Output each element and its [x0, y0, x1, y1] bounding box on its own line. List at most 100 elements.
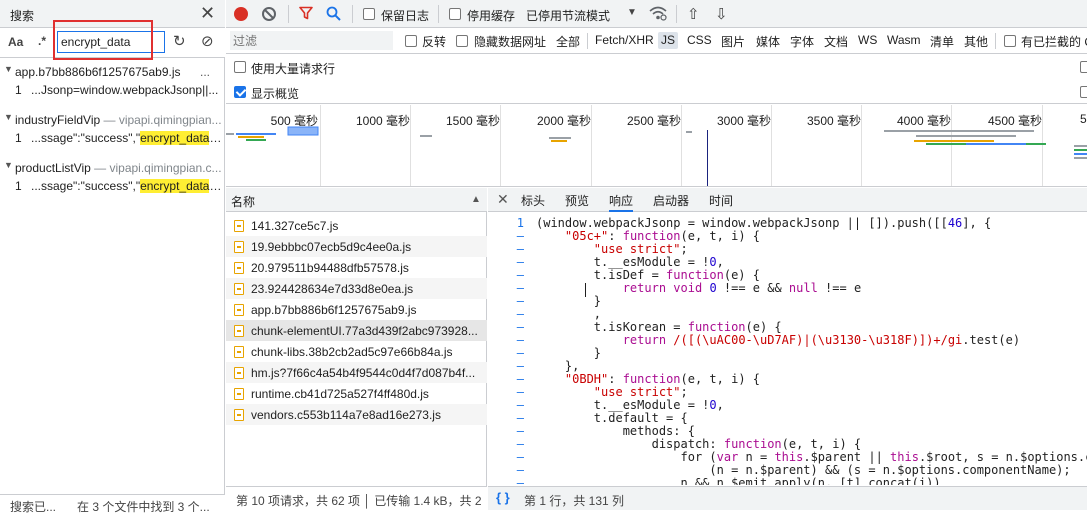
search-input[interactable]	[57, 31, 165, 53]
network-conditions-icon[interactable]	[649, 5, 667, 21]
tab-initiator[interactable]: 启动器	[653, 192, 689, 209]
group-by-frame-checkbox[interactable]	[1080, 61, 1087, 73]
blocked-cookies-checkbox[interactable]	[1004, 35, 1016, 47]
search-result-line[interactable]: 1 ...Jsonp=window.webpackJsonp||...	[0, 81, 225, 99]
invert-label: 反转	[422, 35, 447, 49]
tab-response[interactable]: 响应	[609, 192, 634, 212]
expand-triangle-icon[interactable]: ▼	[4, 112, 13, 122]
toolbar-divider	[438, 5, 439, 23]
throttling-select[interactable]: 已停用节流模式	[526, 7, 610, 24]
overview-bar	[238, 136, 264, 138]
code-text: n && n.$emit.apply(n, [t].concat(i))	[536, 476, 941, 486]
response-code-viewer[interactable]: 1 (window.webpackJsonp = window.webpackJs…	[488, 213, 1087, 485]
blocked-cookies-label: 有已拦截的 C	[1021, 35, 1087, 49]
overview-bar	[1074, 149, 1087, 151]
pretty-print-icon[interactable]: { }	[496, 490, 510, 505]
filter-bar: 反转 隐藏数据网址 全部 Fetch/XHR JS CSS 图片 媒体 字体 文…	[226, 28, 1087, 54]
clear-log-icon[interactable]	[262, 7, 276, 21]
disable-cache-checkbox[interactable]	[449, 8, 461, 20]
regex-toggle[interactable]: .*	[38, 34, 46, 48]
script-file-icon	[234, 241, 244, 253]
clear-search-icon[interactable]: ⊘	[201, 34, 214, 50]
network-overview-timeline[interactable]: 500 毫秒 1000 毫秒 1500 毫秒 2000 毫秒 2500 毫秒 3000 毫…	[226, 105, 1087, 187]
request-row[interactable]: 20.979511b94488dfb57578.js	[226, 257, 487, 278]
filter-input[interactable]	[230, 31, 393, 50]
result-file-label: app.b7bb886b6f1257675ab9.js	[15, 65, 181, 79]
overview-bars	[226, 126, 1087, 186]
close-icon[interactable]: ✕	[497, 191, 509, 208]
large-rows-checkbox[interactable]	[234, 61, 246, 73]
expand-triangle-icon[interactable]: ▼	[4, 64, 13, 74]
refresh-icon[interactable]: ↻	[173, 34, 186, 50]
script-file-icon	[234, 283, 244, 295]
type-filter-fetch-xhr[interactable]: Fetch/XHR	[595, 33, 654, 47]
request-list-header[interactable]: 名称 ▲	[226, 188, 487, 212]
result-context-before: ...ssage":"success","	[31, 131, 141, 145]
hide-data-urls-label: 隐藏数据网址	[474, 35, 547, 49]
script-file-icon	[234, 262, 244, 274]
search-result-line[interactable]: 1 ...ssage":"success","encrypt_data":"...	[0, 129, 225, 147]
request-name: hm.js?7f66c4a54b4f9544c0d4f7d087b4f...	[251, 366, 476, 380]
request-row[interactable]: 23.924428634e7d33d8e0ea.js	[226, 278, 487, 299]
type-filter-manifest[interactable]: 清单	[930, 33, 954, 50]
request-row[interactable]: app.b7bb886b6f1257675ab9.js	[226, 299, 487, 320]
search-toolbar: Aa .* ↻ ⊘	[0, 28, 225, 58]
type-filter-wasm[interactable]: Wasm	[887, 33, 921, 47]
record-icon[interactable]	[234, 7, 248, 21]
sort-ascending-icon[interactable]: ▲	[471, 194, 481, 205]
request-row[interactable]: chunk-elementUI.77a3d439f2abc973928...	[226, 320, 487, 341]
result-file-path: — vipapi.qimingpian.c...	[90, 161, 222, 175]
request-row[interactable]: hm.js?7f66c4a54b4f9544c0d4f7d087b4f...	[226, 362, 487, 383]
match-case-toggle[interactable]: Aa	[8, 35, 23, 49]
import-har-icon[interactable]: ⇧	[687, 5, 700, 23]
tab-headers[interactable]: 标头	[521, 192, 545, 209]
search-result-file[interactable]: ▼ app.b7bb886b6f1257675ab9.js...	[0, 63, 225, 81]
show-overview-checkbox[interactable]	[234, 86, 246, 98]
type-filter-doc[interactable]: 文档	[824, 33, 848, 50]
capture-screenshots-checkbox[interactable]	[1080, 86, 1087, 98]
expand-triangle-icon[interactable]: ▼	[4, 160, 13, 170]
result-file-path: — vipapi.qimingpian...	[100, 113, 222, 127]
result-line-number: 1	[15, 131, 22, 145]
result-match-highlight: encrypt_data	[140, 179, 210, 193]
search-result-file[interactable]: ▼ productListVip — vipapi.qimingpian.c...	[0, 159, 225, 177]
cursor-position: 第 1 行，共 131 列	[524, 494, 625, 508]
more-icon[interactable]: ...	[200, 65, 210, 79]
request-row[interactable]: runtime.cb41d725a527f4ff480d.js	[226, 383, 487, 404]
overview-bar	[966, 143, 1026, 145]
request-row[interactable]: chunk-libs.38b2cb2ad5c97e66b84a.js	[226, 341, 487, 362]
search-icon[interactable]	[326, 6, 341, 21]
invert-checkbox[interactable]	[405, 35, 417, 47]
hide-data-urls-checkbox[interactable]	[456, 35, 468, 47]
close-icon[interactable]: ✕	[200, 3, 215, 23]
type-filter-js[interactable]: JS	[658, 32, 679, 49]
type-filter-img[interactable]: 图片	[721, 33, 745, 50]
request-row[interactable]: vendors.c553b114a7e8ad16e273.js	[226, 404, 487, 425]
overview-bar	[686, 131, 692, 133]
result-line-text: ...Jsonp=window.webpackJsonp||...	[31, 83, 223, 97]
result-file-name: app.b7bb886b6f1257675ab9.js	[15, 65, 181, 79]
search-result-line[interactable]: 1 ...ssage":"success","encrypt_data":"...	[0, 177, 225, 195]
type-filter-other[interactable]: 其他	[964, 33, 988, 50]
tab-preview[interactable]: 预览	[565, 192, 589, 209]
search-result-file[interactable]: ▼ industryFieldVip — vipapi.qimingpian...	[0, 111, 225, 129]
export-har-icon[interactable]: ⇩	[715, 5, 728, 23]
overview-bar	[884, 130, 1034, 132]
request-row[interactable]: 19.9ebbbc07ecb5d9c4ee0a.js	[226, 236, 487, 257]
filter-icon[interactable]	[299, 6, 313, 20]
type-filter-media[interactable]: 媒体	[756, 33, 780, 50]
type-filter-ws[interactable]: WS	[858, 33, 877, 47]
chevron-down-icon[interactable]: ▼	[627, 7, 637, 18]
result-line-text: ...ssage":"success","encrypt_data":"...	[31, 179, 223, 193]
type-filter-font[interactable]: 字体	[790, 33, 814, 50]
request-row[interactable]: 141.327ce5c7.js	[226, 215, 487, 236]
line-gutter[interactable]: –	[488, 477, 524, 486]
type-filter-css[interactable]: CSS	[687, 33, 712, 47]
type-filter-all[interactable]: 全部	[556, 33, 580, 50]
name-column-header[interactable]: 名称	[231, 193, 255, 210]
search-status-summary: 在 3 个文件中找到 3 个...	[77, 500, 210, 514]
request-name: chunk-libs.38b2cb2ad5c97e66b84a.js	[251, 345, 453, 359]
tab-timing[interactable]: 时间	[709, 192, 733, 209]
preserve-log-checkbox[interactable]	[363, 8, 375, 20]
overview-bar	[246, 139, 266, 141]
